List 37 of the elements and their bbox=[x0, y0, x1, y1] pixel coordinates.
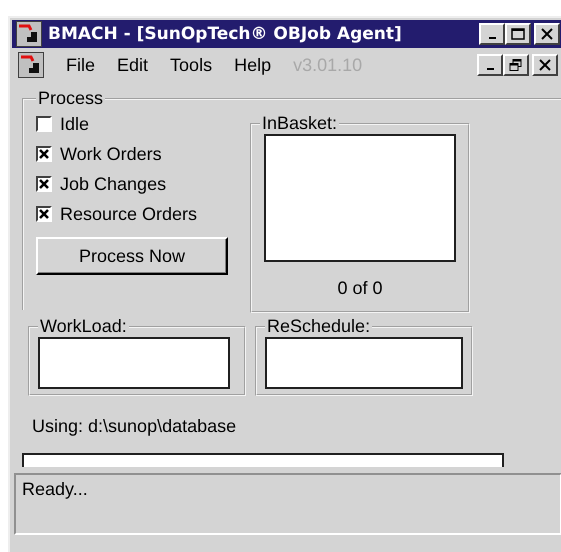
group-title: InBasket: bbox=[261, 113, 338, 134]
checkbox-label[interactable]: Resource Orders bbox=[60, 204, 198, 224]
close-icon bbox=[541, 28, 553, 40]
group-title: WorkLoad: bbox=[39, 316, 128, 337]
app-icon[interactable] bbox=[16, 21, 42, 47]
restore-icon bbox=[509, 59, 523, 71]
minimize-icon bbox=[486, 68, 494, 70]
menu-item[interactable]: Tools bbox=[170, 54, 212, 76]
close-button[interactable] bbox=[534, 23, 560, 45]
checkbox[interactable] bbox=[36, 146, 52, 162]
group-title: ReSchedule: bbox=[266, 316, 372, 337]
menu-item[interactable]: Help bbox=[234, 54, 272, 76]
menu-item[interactable]: File bbox=[66, 54, 96, 76]
checkbox[interactable] bbox=[36, 176, 52, 192]
menu-item[interactable]: Edit bbox=[117, 54, 148, 76]
restore-button[interactable] bbox=[503, 54, 529, 76]
status-text: Ready... bbox=[22, 479, 88, 499]
checkbox[interactable] bbox=[36, 206, 52, 222]
window-title: BMACH - [SunOpTech® OBJob Agent] bbox=[48, 24, 402, 44]
maximize-button[interactable] bbox=[505, 23, 531, 45]
workload-field[interactable] bbox=[38, 337, 230, 389]
maximize-icon bbox=[511, 28, 525, 40]
close-icon bbox=[539, 59, 551, 71]
item-count: 0 of 0 bbox=[337, 278, 383, 299]
database-path: Using: d:\sunop\database bbox=[32, 416, 238, 437]
group-title: Process bbox=[37, 88, 104, 109]
checkbox-label[interactable]: Idle bbox=[60, 114, 90, 134]
inbasket-list[interactable] bbox=[264, 134, 456, 262]
minimize-button[interactable] bbox=[477, 54, 503, 76]
process-now-button[interactable]: Process Now bbox=[36, 237, 228, 275]
minimize-icon bbox=[488, 37, 496, 39]
reschedule-field[interactable] bbox=[265, 337, 463, 389]
checkbox[interactable] bbox=[36, 116, 52, 132]
minimize-button[interactable] bbox=[479, 23, 505, 45]
checkbox-label[interactable]: Work Orders bbox=[60, 144, 162, 164]
checkbox-label[interactable]: Job Changes bbox=[60, 174, 166, 194]
close-button[interactable] bbox=[532, 54, 558, 76]
